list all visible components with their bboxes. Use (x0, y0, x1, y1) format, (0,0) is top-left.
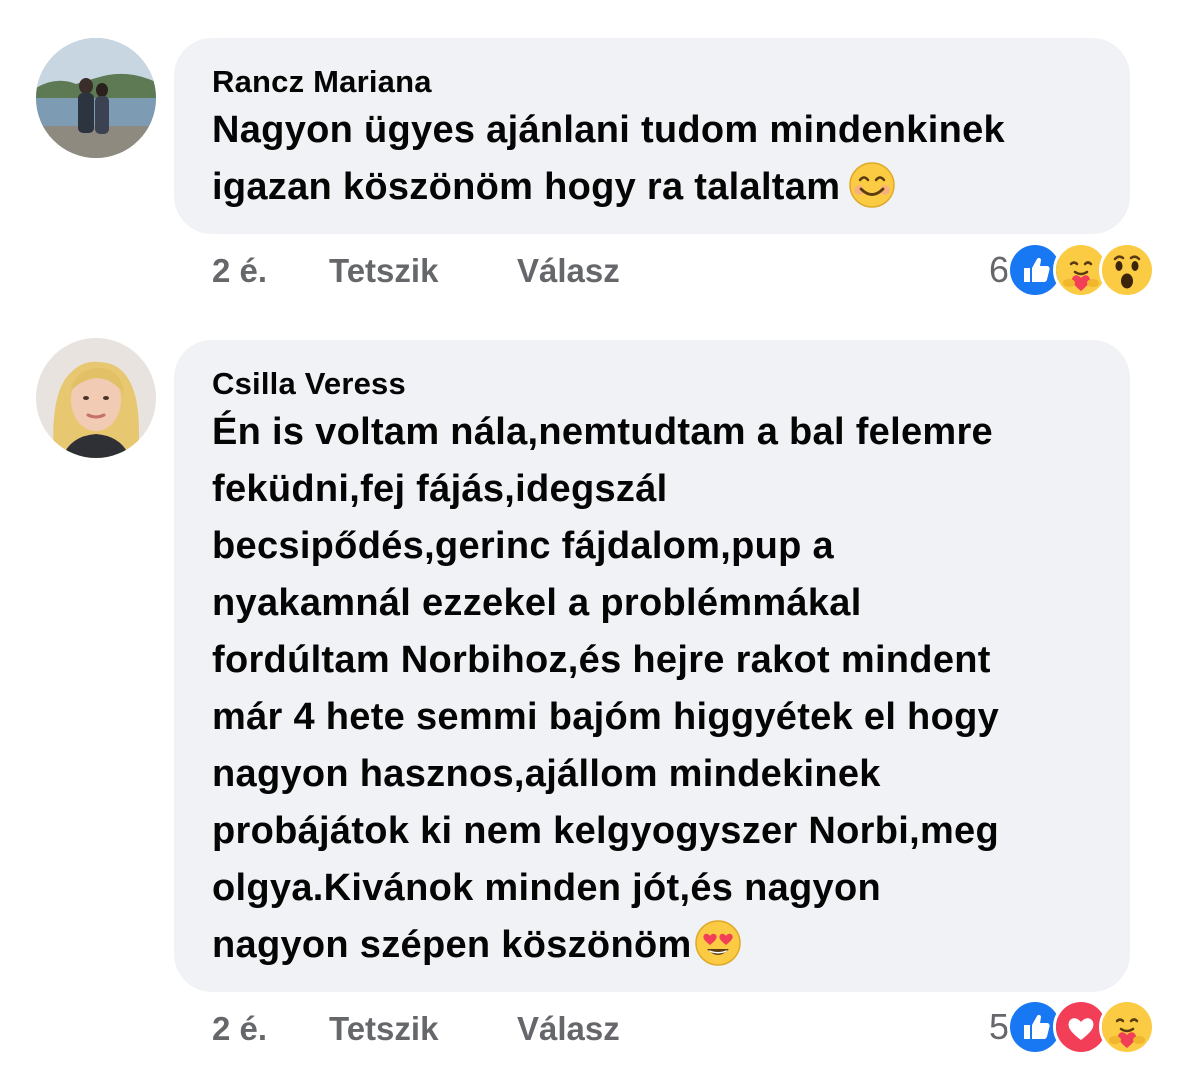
avatar[interactable] (36, 338, 156, 458)
comment-text-line: olgya.Kivánok minden jót,és nagyon (212, 867, 881, 909)
comment-text: Nagyon ügyes ajánlani tudom mindenkinek … (212, 102, 1100, 216)
comment-text-line: nagyon szépen köszönöm (212, 924, 692, 966)
comment-bubble: Csilla Veress Én is voltam nála,nemtudta… (174, 340, 1130, 992)
comment-timestamp[interactable]: 2 é. (212, 252, 267, 290)
comment-bubble: Rancz Mariana Nagyon ügyes ajánlani tudo… (174, 38, 1130, 234)
comment-text-line: nyakamnál ezzekel a problémmákal (212, 582, 862, 624)
comment-text: Én is voltam nála,nemtudtam a bal felemr… (212, 404, 1100, 974)
reply-button[interactable]: Válasz (517, 1010, 620, 1048)
comment-text-line: igazan köszönöm hogy ra talaltam (212, 166, 841, 208)
comment-text-line: fordúltam Norbihoz,és hejre rakot minden… (212, 639, 991, 681)
heart-eyes-emoji-icon (694, 920, 741, 966)
comment-text-line: feküdni,fej fájás,idegszál (212, 468, 668, 510)
comment-text-line-last: igazan köszönöm hogy ra talaltam (212, 159, 1100, 216)
like-button[interactable]: Tetszik (329, 1010, 438, 1048)
wow-reaction-icon (1099, 242, 1155, 298)
reaction-count: 6 (988, 249, 1009, 290)
comment-text-line: Én is voltam nála,nemtudtam a bal felemr… (212, 411, 993, 453)
reactions-summary[interactable]: 6 (988, 242, 1155, 298)
comment-text-line: már 4 hete semmi bajóm higgyétek el hogy (212, 696, 1000, 738)
reaction-count: 5 (988, 1006, 1009, 1047)
care-reaction-icon (1099, 999, 1155, 1055)
reactions-summary[interactable]: 5 (988, 999, 1155, 1055)
comment-text-line-last: nagyon szépen köszönöm (212, 917, 1100, 974)
smiling-face-emoji-icon (849, 162, 896, 208)
comment-author[interactable]: Rancz Mariana (212, 62, 1100, 102)
reply-button[interactable]: Válasz (517, 252, 620, 290)
avatar-photo-icon (36, 338, 156, 458)
avatar-photo-icon (36, 38, 156, 158)
comment-text-line: becsipődés,gerinc fájdalom,pup a (212, 525, 834, 567)
comment-text-line: Nagyon ügyes ajánlani tudom mindenkinek (212, 109, 1005, 151)
comment-text-line: nagyon hasznos,ajállom mindekinek (212, 753, 881, 795)
comment-timestamp[interactable]: 2 é. (212, 1010, 267, 1048)
comment-text-line: probájátok ki nem kelgyogyszer Norbi,meg (212, 810, 999, 852)
comment-author[interactable]: Csilla Veress (212, 364, 1100, 404)
avatar[interactable] (36, 38, 156, 158)
like-button[interactable]: Tetszik (329, 252, 438, 290)
